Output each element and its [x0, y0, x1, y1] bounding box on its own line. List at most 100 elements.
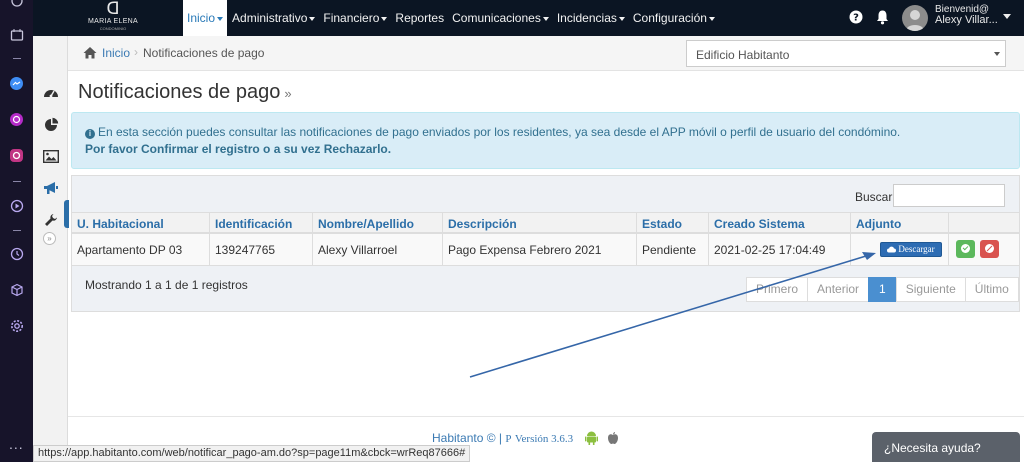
confirm-button[interactable] — [956, 240, 975, 258]
active-indicator — [64, 200, 69, 228]
records-info: Mostrando 1 a 1 de 1 registros — [85, 278, 248, 292]
menu-item-administrativo[interactable]: Administrativo — [229, 0, 318, 36]
help-chat-button[interactable]: ¿Necesita ayuda? — [872, 432, 1020, 462]
calendar-icon[interactable] — [8, 26, 25, 43]
page-current-button[interactable]: 1 — [868, 277, 897, 302]
menu-item-incidencias[interactable]: Incidencias — [554, 0, 628, 36]
cell-description: Pago Expensa Febrero 2021 — [448, 243, 602, 257]
column-header[interactable]: Creado Sistema — [714, 217, 805, 231]
cell-name: Alexy Villarroel — [318, 243, 398, 257]
instagram-icon[interactable] — [8, 147, 25, 164]
title-suffix: » — [284, 86, 292, 101]
chevron-down-icon — [217, 16, 224, 21]
bullhorn-icon[interactable] — [43, 180, 59, 196]
menu-item-comunicaciones[interactable]: Comunicaciones — [449, 0, 552, 36]
dock-divider — [13, 58, 21, 59]
dock-divider — [13, 230, 21, 231]
info-alert: i En esta sección puedes consultar las no… — [71, 112, 1020, 169]
info-icon: i — [85, 129, 95, 139]
user-menu[interactable]: Bienvenid@ Alexy Villar... — [935, 4, 998, 26]
search-input[interactable] — [893, 184, 1005, 207]
pie-chart-icon[interactable] — [43, 116, 59, 132]
chevron-down-icon — [309, 16, 316, 21]
menu-item-financiero[interactable]: Financiero — [320, 0, 390, 36]
download-button[interactable]: Descargar — [880, 242, 942, 257]
sidebar-collapse-button[interactable]: » — [43, 232, 56, 245]
more-icon[interactable]: ... — [9, 436, 24, 452]
avatar[interactable] — [902, 5, 928, 31]
cell-created: 2021-02-25 17:04:49 — [714, 243, 826, 257]
user-name: Alexy Villar... — [935, 14, 998, 26]
logo-subtitle: CONDOMINIO — [99, 26, 127, 31]
breadcrumb-current: Notificaciones de pago — [143, 46, 265, 60]
menu-item-reportes[interactable]: Reportes — [392, 0, 447, 36]
whatsapp-icon[interactable] — [8, 111, 25, 128]
chevron-down-icon — [381, 16, 388, 21]
os-dock: ... — [0, 0, 33, 462]
menu-item-inicio[interactable]: Inicio — [183, 0, 228, 36]
footer-separator: | — [498, 431, 503, 445]
main-menu: Inicio Administrativo Financiero Reporte… — [183, 0, 720, 36]
column-header[interactable]: Adjunto — [856, 217, 901, 231]
logo-name: MARIA ELENA — [88, 18, 138, 25]
breadcrumb-home-link[interactable]: Inicio — [102, 46, 130, 60]
table-row: Apartamento DP 03 139247765 Alexy Villar… — [72, 234, 1019, 266]
svg-text:?: ? — [853, 13, 859, 24]
condominium-logo[interactable]: ᗡ MARIA ELENA CONDOMINIO — [85, 0, 141, 36]
column-header[interactable]: Identificación — [215, 217, 292, 231]
help-icon[interactable]: ? — [849, 10, 865, 26]
chevron-down-icon — [618, 16, 625, 21]
breadcrumb: Inicio › Notificaciones de pago Edificio… — [68, 36, 1024, 71]
ban-icon — [985, 244, 994, 253]
clock-icon[interactable] — [8, 245, 25, 262]
page-first-button[interactable]: Primero — [746, 277, 809, 302]
building-select[interactable]: Edificio Habitanto — [686, 40, 1006, 67]
status-bar-url: https://app.habitanto.com/web/notificar_… — [33, 445, 471, 462]
logo-mark: ᗡ — [106, 0, 120, 19]
column-header[interactable]: U. Habitacional — [77, 217, 164, 231]
settings-icon[interactable] — [8, 317, 25, 334]
pagination: Primero Anterior 1 Siguiente Último — [746, 277, 1019, 302]
chevron-down-icon — [994, 52, 1000, 56]
page-prev-button[interactable]: Anterior — [807, 277, 870, 302]
search-label: Buscar — [855, 190, 893, 204]
alert-instruction: Por favor Confirmar el registro o a su v… — [85, 142, 392, 156]
payments-table-panel: Buscar U. Habitacional Identificación No… — [71, 175, 1020, 312]
building-select-value: Edificio Habitanto — [696, 48, 790, 62]
chevron-down-icon — [542, 16, 549, 21]
menu-item-configuracion[interactable]: Configuración — [630, 0, 718, 36]
page-title: Notificaciones de pago» — [78, 81, 292, 103]
page-next-button[interactable]: Siguiente — [895, 277, 966, 302]
column-header[interactable]: Descripción — [448, 217, 517, 231]
page-last-button[interactable]: Último — [964, 277, 1019, 302]
reject-button[interactable] — [980, 240, 999, 258]
chevron-down-icon[interactable] — [1003, 14, 1011, 19]
table-header: U. Habitacional Identificación Nombre/Ap… — [72, 212, 1019, 234]
play-icon[interactable] — [8, 197, 25, 214]
breadcrumb-separator: › — [134, 45, 138, 59]
column-header[interactable]: Nombre/Apellido — [318, 217, 414, 231]
footer-version: Versión 3.6.3 — [514, 433, 574, 445]
apple-icon[interactable] — [607, 431, 619, 448]
wrench-icon[interactable] — [43, 212, 59, 228]
column-header[interactable]: Estado — [642, 217, 682, 231]
cube-icon[interactable] — [8, 281, 25, 298]
cloud-download-icon — [887, 246, 897, 253]
dashboard-icon[interactable] — [43, 84, 59, 100]
footer-divider — [68, 416, 1024, 417]
cell-status: Pendiente — [642, 243, 697, 257]
chevron-icon[interactable] — [8, 0, 25, 9]
check-icon — [961, 244, 970, 253]
app-sidebar — [33, 36, 69, 462]
bell-icon[interactable] — [875, 9, 891, 25]
chevron-down-icon — [708, 16, 715, 21]
messenger-icon[interactable] — [8, 75, 25, 92]
android-icon[interactable] — [584, 431, 598, 448]
footer-brand[interactable]: Habitanto © — [432, 431, 496, 445]
dock-divider — [13, 181, 21, 182]
alert-text: En esta sección puedes consultar las not… — [98, 125, 901, 139]
table-footer: Mostrando 1 a 1 de 1 registros Primero A… — [72, 266, 1019, 311]
image-icon[interactable] — [43, 148, 59, 164]
home-icon[interactable] — [83, 46, 97, 59]
cell-unit: Apartamento DP 03 — [77, 243, 183, 257]
